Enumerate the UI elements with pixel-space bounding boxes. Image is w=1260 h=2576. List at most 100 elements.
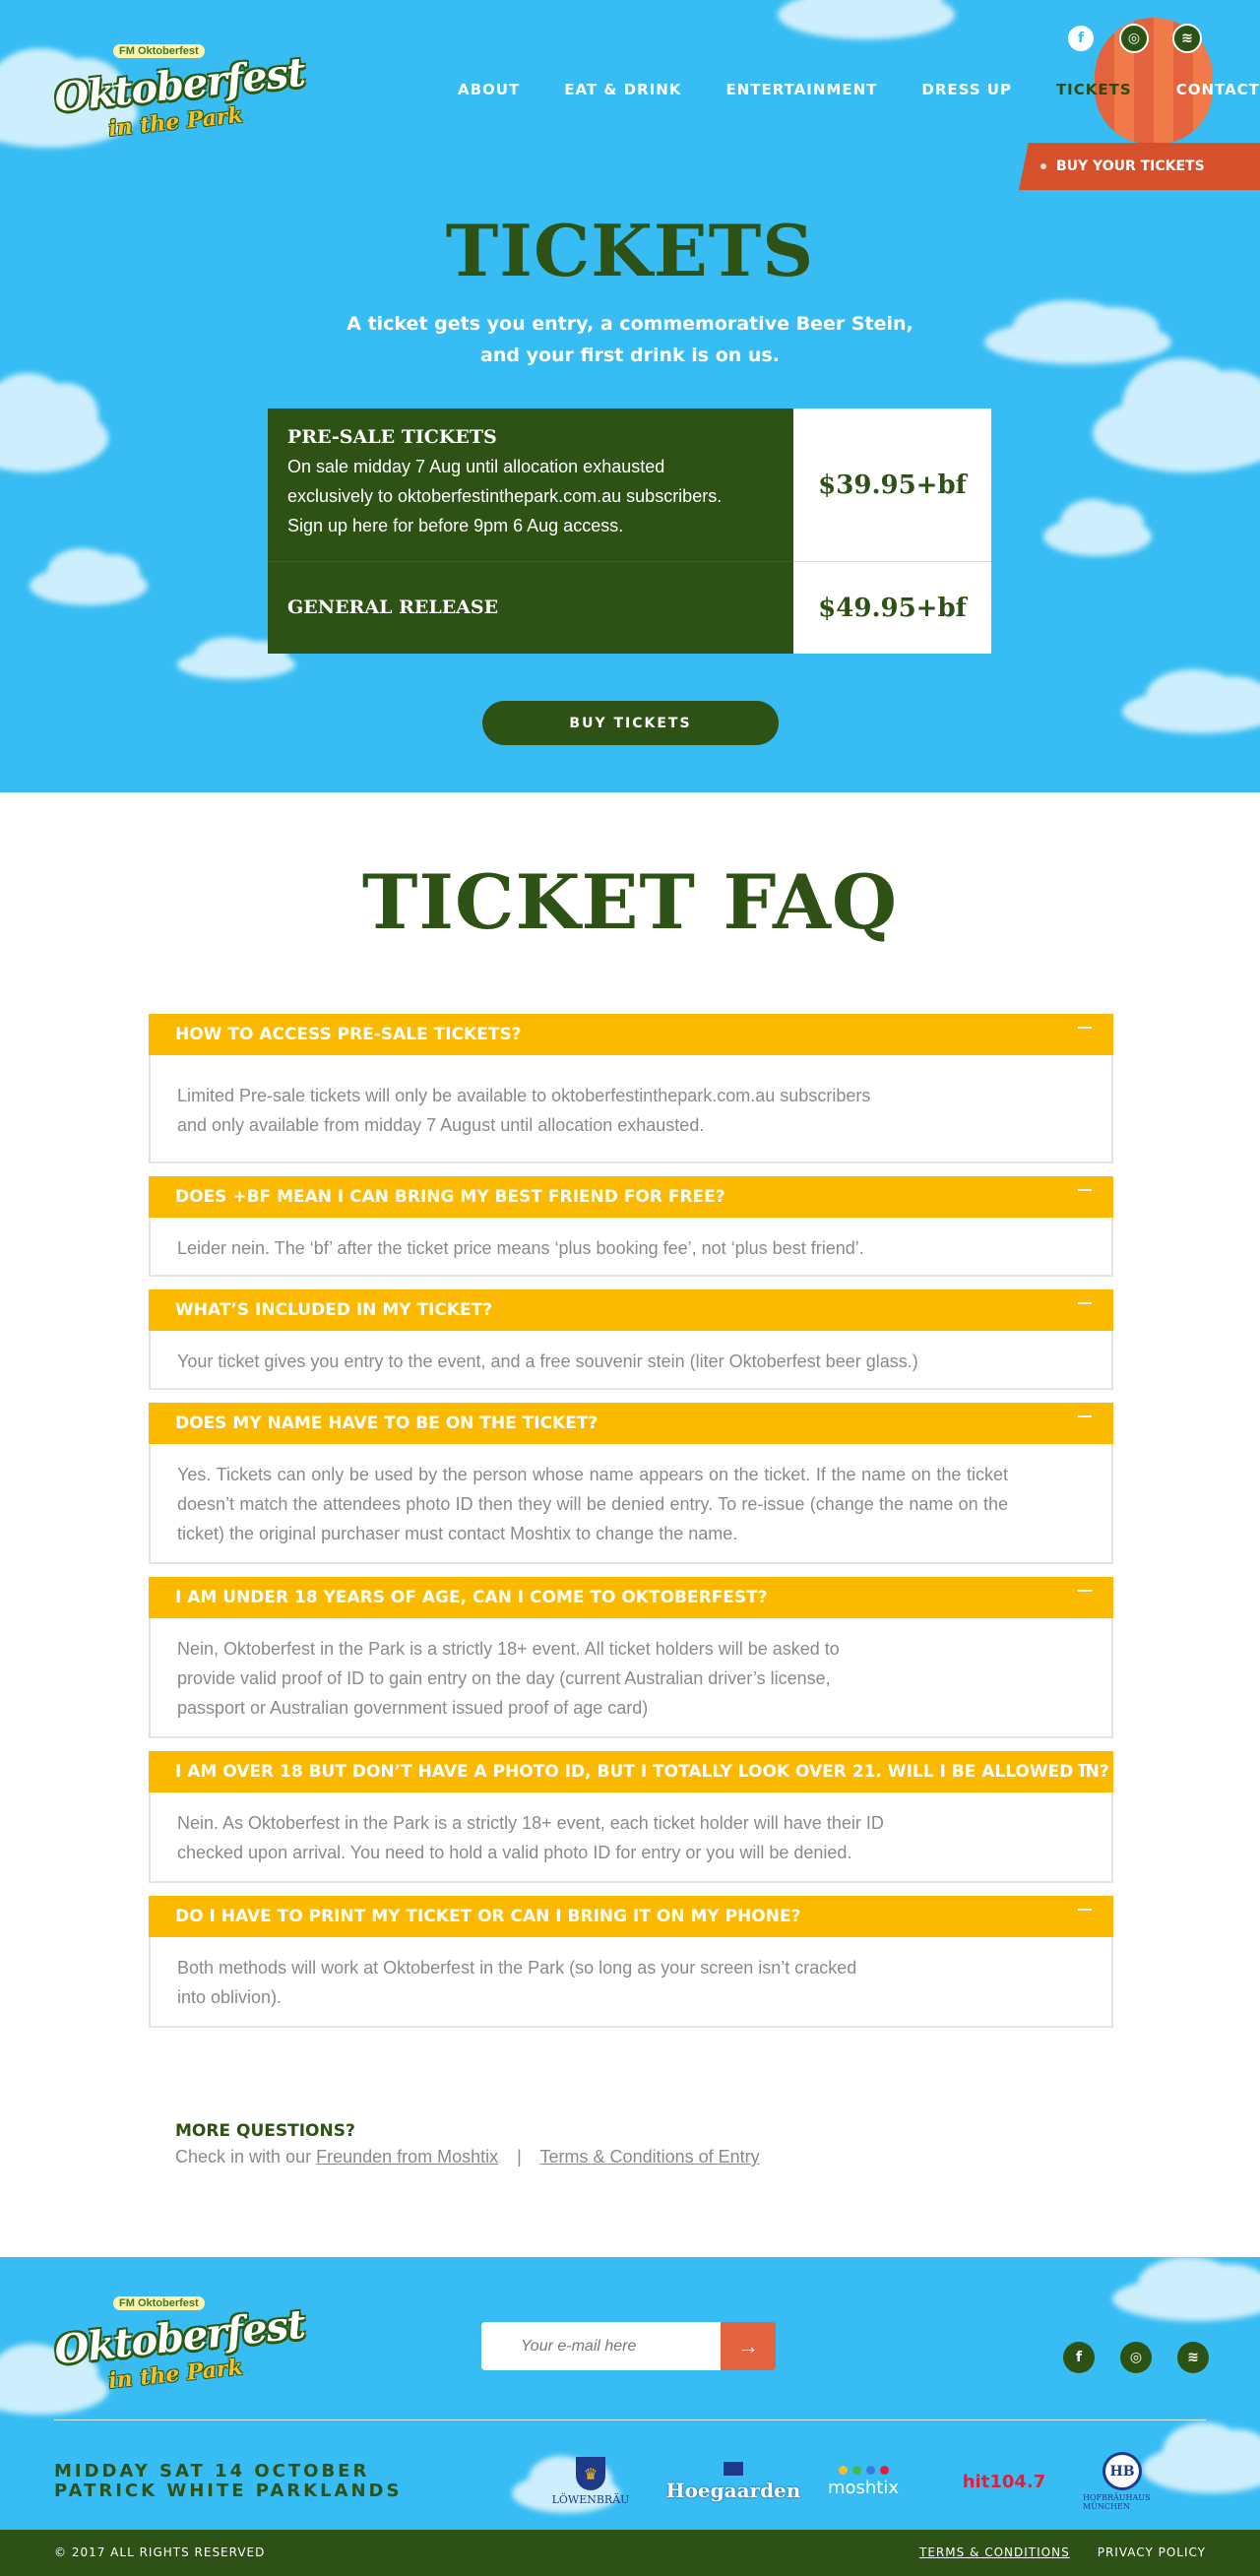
sponsor-name: moshtix [827,2477,900,2498]
faq-answer-line: Yes. Tickets can only be used by the per… [177,1465,1008,1543]
ticket-description-line: On sale midday 7 Aug until allocation ex… [287,457,665,476]
faq-answer-line: into oblivion). [177,1987,283,2007]
cloud-decoration [984,299,1171,364]
moshtix-link[interactable]: Freunden from Moshtix [316,2147,498,2167]
faq-answer-line: Limited Pre-sale tickets will only be av… [177,1086,871,1105]
faq-answer: Leider nein. The ‘bf’ after the ticket p… [151,1218,1111,1275]
ticket-name: PRE-SALE TICKETS [287,426,497,448]
logo-badge: FM Oktoberfest [113,2296,205,2310]
site-logo[interactable]: FM Oktoberfest Oktoberfest in the Park [52,44,307,153]
faq-question-text: I AM OVER 18 BUT DON’T HAVE A PHOTO ID, … [175,1762,1109,1782]
nav-entertainment[interactable]: ENTERTAINMENT [725,81,877,98]
faq-answer-line: checked upon arrival. You need to hold a… [177,1843,852,1862]
cloud-decoration [1043,499,1152,556]
faq-answer: Nein. As Oktoberfest in the Park is a st… [151,1792,1111,1881]
hb-crest-icon: HB [1102,2452,1142,2490]
faq-question[interactable]: DOES +BF MEAN I CAN BRING MY BEST FRIEND… [149,1176,1113,1218]
faq-answer-line: Leider nein. The ‘bf’ after the ticket p… [177,1238,864,1258]
email-field[interactable] [481,2322,721,2370]
faq-question[interactable]: I AM UNDER 18 YEARS OF AGE, CAN I COME T… [149,1577,1113,1618]
ticket-price-table: PRE-SALE TICKETS On sale midday 7 Aug un… [268,408,991,654]
faq-question[interactable]: DOES MY NAME HAVE TO BE ON THE TICKET? [149,1403,1113,1444]
nav-contact[interactable]: CONTACT [1176,81,1260,98]
event-date-location: MIDDAY SAT 14 OCTOBER PATRICK WHITE PARK… [54,2462,402,2501]
ticket-price: $39.95+bf [793,408,991,561]
faq-answer-line: Both methods will work at Oktoberfest in… [177,1958,857,1978]
sponsor-name: Hoegaarden [665,2478,801,2502]
social-links-footer: f ◎ ≋ [1063,2342,1209,2373]
hoegaarden-logo[interactable]: Hoegaarden [666,2452,800,2511]
collapse-icon[interactable] [1078,1590,1092,1592]
faq-answer-line: and only available from midday 7 August … [177,1115,705,1135]
faq-answer-line: Nein. As Oktoberfest in the Park is a st… [177,1813,884,1833]
collapse-icon[interactable] [1078,1909,1092,1911]
nav-eat-drink[interactable]: EAT & DRINK [564,81,681,98]
moshtix-logo[interactable]: moshtix [809,2452,917,2511]
arrow-right-icon: → [737,2333,759,2358]
hofbrauhaus-logo[interactable]: HB HOFBRÄUHAUS MÜNCHEN [1083,2452,1162,2511]
facebook-icon[interactable]: f [1063,2342,1095,2373]
ticket-description: On sale midday 7 Aug until allocation ex… [287,452,774,540]
faq-question[interactable]: WHAT’S INCLUDED IN MY TICKET? [149,1289,1113,1331]
ticket-row-presale[interactable]: PRE-SALE TICKETS On sale midday 7 Aug un… [268,408,991,561]
collapse-icon[interactable] [1078,1189,1092,1191]
instagram-icon[interactable]: ◎ [1119,24,1149,53]
faq-question-text: I AM UNDER 18 YEARS OF AGE, CAN I COME T… [175,1588,768,1607]
event-date: MIDDAY SAT 14 OCTOBER [54,2461,370,2482]
faq-question-text: HOW TO ACCESS PRE-SALE TICKETS? [175,1025,522,1044]
copyright: © 2017 ALL RIGHTS RESERVED [54,2545,266,2559]
ticket-info: PRE-SALE TICKETS On sale midday 7 Aug un… [268,408,793,561]
faq-item: DOES MY NAME HAVE TO BE ON THE TICKET? Y… [149,1403,1113,1564]
collapse-icon[interactable] [1078,1302,1092,1304]
buy-your-tickets-banner[interactable]: BUY YOUR TICKETS [1019,143,1260,190]
ticket-description-line: exclusively to oktoberfestinthepark.com.… [287,486,723,506]
sponsor-name: hit104.7 [962,2471,1046,2492]
buy-tickets-button[interactable]: BUY TICKETS [482,701,779,745]
terms-of-entry-link[interactable]: Terms & Conditions of Entry [540,2147,760,2167]
faq-question[interactable]: I AM OVER 18 BUT DON’T HAVE A PHOTO ID, … [149,1751,1113,1792]
faq-question-text: DOES MY NAME HAVE TO BE ON THE TICKET? [175,1414,598,1433]
faq-answer-line: Your ticket gives you entry to the event… [177,1351,918,1371]
hit1047-logo[interactable]: hit104.7 [945,2452,1063,2511]
hoegaarden-icon [724,2461,743,2476]
email-submit-button[interactable]: → [721,2322,776,2370]
cloud-decoration [30,548,148,605]
footer: FM Oktoberfest Oktoberfest in the Park →… [0,2257,1260,2530]
legal-links: TERMS & CONDITIONS PRIVACY POLICY [919,2545,1206,2559]
cloud-decoration [1122,668,1260,733]
nav-about[interactable]: ABOUT [458,81,520,98]
faq-answer: Yes. Tickets can only be used by the per… [151,1444,1111,1562]
collapse-icon[interactable] [1078,1415,1092,1417]
faq-title: TICKET FAQ [361,858,899,946]
faq-item: I AM UNDER 18 YEARS OF AGE, CAN I COME T… [149,1577,1113,1738]
collapse-icon[interactable] [1078,1764,1092,1766]
social-links-header: f ◎ ≋ [1066,24,1202,53]
hero-subtitle-line: and your first drink is on us. [480,345,780,366]
more-questions: MORE QUESTIONS? Check in with our Freund… [175,2121,760,2168]
cloud-decoration [1093,358,1260,472]
facebook-icon[interactable]: f [1066,24,1096,53]
faq-question[interactable]: HOW TO ACCESS PRE-SALE TICKETS? [149,1014,1113,1055]
collapse-icon[interactable] [1078,1027,1092,1029]
footer-logo[interactable]: FM Oktoberfest Oktoberfest in the Park [52,2296,307,2400]
nav-dress-up[interactable]: DRESS UP [921,81,1012,98]
instagram-icon[interactable]: ◎ [1120,2342,1152,2373]
faq-question[interactable]: DO I HAVE TO PRINT MY TICKET OR CAN I BR… [149,1896,1113,1937]
lion-crest-icon: ♛ [576,2457,605,2490]
more-questions-prefix: Check in with our [175,2147,312,2167]
faq-item: I AM OVER 18 BUT DON’T HAVE A PHOTO ID, … [149,1751,1113,1883]
terms-link[interactable]: TERMS & CONDITIONS [919,2545,1070,2559]
privacy-link[interactable]: PRIVACY POLICY [1098,2545,1206,2559]
hero-subtitle: A ticket gets you entry, a commemorative… [335,308,925,371]
bottom-bar: © 2017 ALL RIGHTS RESERVED TERMS & CONDI… [0,2530,1260,2576]
link-separator: | [517,2147,522,2167]
ticket-row-general[interactable]: GENERAL RELEASE $49.95+bf [268,561,991,654]
lowenbrau-logo[interactable]: ♛ LÖWENBRÄU [551,2452,630,2511]
ticket-name: GENERAL RELEASE [287,596,499,618]
cloud-decoration [778,0,955,39]
nav-tickets[interactable]: TICKETS [1056,81,1132,98]
spotify-icon[interactable]: ≋ [1177,2342,1209,2373]
cloud-decoration [177,636,295,679]
faq-list: HOW TO ACCESS PRE-SALE TICKETS? Limited … [149,1014,1113,2041]
spotify-icon[interactable]: ≋ [1172,24,1202,53]
